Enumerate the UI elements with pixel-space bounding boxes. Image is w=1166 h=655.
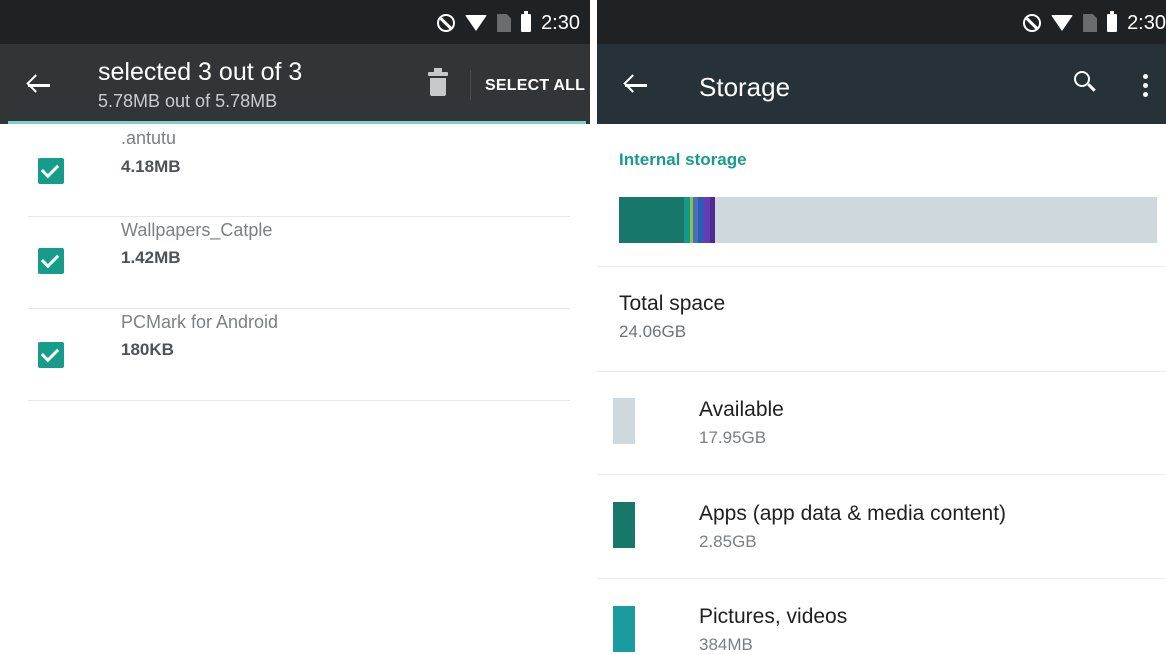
right-screen: 2:30 Storage Internal storage Total spac… <box>597 0 1166 655</box>
more-options-dot <box>1143 83 1148 88</box>
total-space-value: 24.06GB <box>619 322 687 341</box>
file-size: 1.42MB <box>121 248 181 267</box>
category-label: Pictures, videos <box>699 605 848 628</box>
do-not-disturb-icon <box>437 14 456 32</box>
total-space-label: Total space <box>619 292 726 315</box>
file-name: PCMark for Android <box>121 312 279 332</box>
storage-bar-segment <box>619 197 684 243</box>
delete-icon[interactable] <box>428 68 448 100</box>
back-arrow-icon[interactable] <box>26 72 52 98</box>
select-all-button[interactable]: SELECT ALL <box>485 77 585 95</box>
no-sim-icon <box>497 14 512 32</box>
category-color-swatch <box>613 398 635 444</box>
category-color-swatch <box>613 502 635 548</box>
storage-category-apps[interactable]: Apps (app data & media content) 2.85GB <box>597 475 1166 579</box>
storage-bar-segment <box>710 197 716 243</box>
delete-icon-body <box>430 78 446 96</box>
page-title: Storage <box>699 72 791 102</box>
no-sim-icon <box>1083 14 1098 32</box>
screen-divider <box>590 0 597 655</box>
do-not-disturb-icon <box>1023 14 1042 32</box>
file-row[interactable]: Wallpapers_Catple 1.42MB <box>28 216 570 309</box>
status-time: 2:30 <box>1127 12 1166 34</box>
storage-app-bar: Storage <box>597 44 1166 124</box>
more-options-dot <box>1143 92 1148 97</box>
file-row[interactable]: PCMark for Android 180KB <box>28 308 570 401</box>
status-icons: 2:30 <box>437 11 580 34</box>
storage-category-available[interactable]: Available 17.95GB <box>597 372 1166 476</box>
wifi-icon <box>1051 15 1074 31</box>
file-row[interactable]: .antutu 4.18MB <box>28 124 570 217</box>
selection-app-bar: selected 3 out of 3 5.78MB out of 5.78MB… <box>0 44 590 124</box>
internal-storage-header: Internal storage <box>619 150 747 169</box>
category-value: 2.85GB <box>699 532 757 551</box>
category-value: 384MB <box>699 635 753 654</box>
status-icons: 2:30 <box>1023 11 1166 34</box>
file-checkbox[interactable] <box>38 158 64 184</box>
divider <box>597 266 1166 267</box>
category-value: 17.95GB <box>699 428 767 447</box>
selection-title: selected 3 out of 3 <box>98 58 303 86</box>
storage-usage-bar <box>619 197 1157 243</box>
battery-icon <box>521 11 532 32</box>
back-arrow-icon[interactable] <box>623 72 649 98</box>
file-checkbox[interactable] <box>38 342 64 368</box>
battery-icon <box>1107 11 1118 32</box>
file-name: Wallpapers_Catple <box>121 220 273 240</box>
wifi-icon <box>465 15 488 31</box>
file-name: .antutu <box>121 128 177 148</box>
status-bar: 2:30 <box>0 0 590 44</box>
category-label: Apps (app data & media content) <box>699 502 1007 525</box>
storage-category-pictures-videos[interactable]: Pictures, videos 384MB <box>597 579 1166 655</box>
category-label: Available <box>699 398 784 421</box>
toolbar-divider <box>470 70 471 100</box>
more-options-icon[interactable] <box>1143 74 1149 97</box>
left-screen: 2:30 selected 3 out of 3 5.78MB out of 5… <box>0 0 590 655</box>
file-checkbox[interactable] <box>38 248 64 274</box>
selection-subtitle: 5.78MB out of 5.78MB <box>98 91 278 111</box>
search-icon[interactable] <box>1073 70 1097 94</box>
status-bar: 2:30 <box>597 0 1166 44</box>
more-options-dot <box>1143 74 1148 79</box>
status-time: 2:30 <box>541 12 580 34</box>
category-color-swatch <box>613 606 635 652</box>
file-size: 4.18MB <box>121 157 181 176</box>
file-size: 180KB <box>121 340 174 359</box>
delete-icon-lid <box>428 72 448 76</box>
